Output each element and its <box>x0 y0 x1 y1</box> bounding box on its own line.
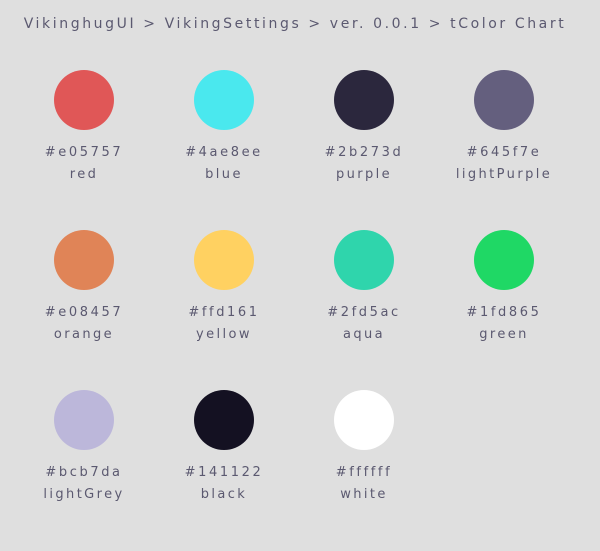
color-circle-yellow <box>194 230 254 290</box>
swatch-hex: #e05757 <box>44 145 124 160</box>
swatch-hex: #141122 <box>184 465 264 480</box>
color-circle-red <box>54 70 114 130</box>
swatch-name: blue <box>205 167 243 182</box>
swatch-light-grey: #bcb7da lightGrey <box>14 390 154 550</box>
swatch-name: yellow <box>196 327 252 342</box>
swatch-name: aqua <box>342 327 386 342</box>
color-chart-grid: #e05757 red #4ae8ee blue #2b273d purple … <box>14 70 576 550</box>
swatch-light-purple: #645f7e lightPurple <box>434 70 574 230</box>
swatch-purple: #2b273d purple <box>294 70 434 230</box>
color-circle-aqua <box>334 230 394 290</box>
swatch-aqua: #2fd5ac aqua <box>294 230 434 390</box>
swatch-green: #1fd865 green <box>434 230 574 390</box>
color-circle-light-grey <box>54 390 114 450</box>
swatch-red: #e05757 red <box>14 70 154 230</box>
color-circle-orange <box>54 230 114 290</box>
swatch-hex: #1fd865 <box>466 305 542 320</box>
swatch-orange: #e08457 orange <box>14 230 154 390</box>
swatch-name: lightPurple <box>455 167 553 182</box>
swatch-name: red <box>69 167 99 182</box>
swatch-name: black <box>200 487 248 502</box>
swatch-name: lightGrey <box>43 487 125 502</box>
swatch-hex: #4ae8ee <box>185 145 263 160</box>
swatch-name: green <box>479 327 529 342</box>
swatch-name: orange <box>53 327 115 342</box>
color-circle-purple <box>334 70 394 130</box>
swatch-name: white <box>340 487 388 502</box>
swatch-hex: #2b273d <box>324 145 404 160</box>
swatch-hex: #e08457 <box>44 305 124 320</box>
swatch-blue: #4ae8ee blue <box>154 70 294 230</box>
swatch-hex: #ffd161 <box>188 305 260 320</box>
swatch-hex: #2fd5ac <box>327 305 401 320</box>
breadcrumb: VikinghugUI > VikingSettings > ver. 0.0.… <box>23 16 567 32</box>
swatch-yellow: #ffd161 yellow <box>154 230 294 390</box>
swatch-name: purple <box>335 167 393 182</box>
swatch-hex: #ffffff <box>335 465 393 480</box>
color-circle-white <box>334 390 394 450</box>
swatch-black: #141122 black <box>154 390 294 550</box>
color-circle-blue <box>194 70 254 130</box>
swatch-hex: #645f7e <box>466 145 542 160</box>
swatch-white: #ffffff white <box>294 390 434 550</box>
color-circle-green <box>474 230 534 290</box>
color-circle-black <box>194 390 254 450</box>
swatch-hex: #bcb7da <box>45 465 123 480</box>
color-circle-light-purple <box>474 70 534 130</box>
